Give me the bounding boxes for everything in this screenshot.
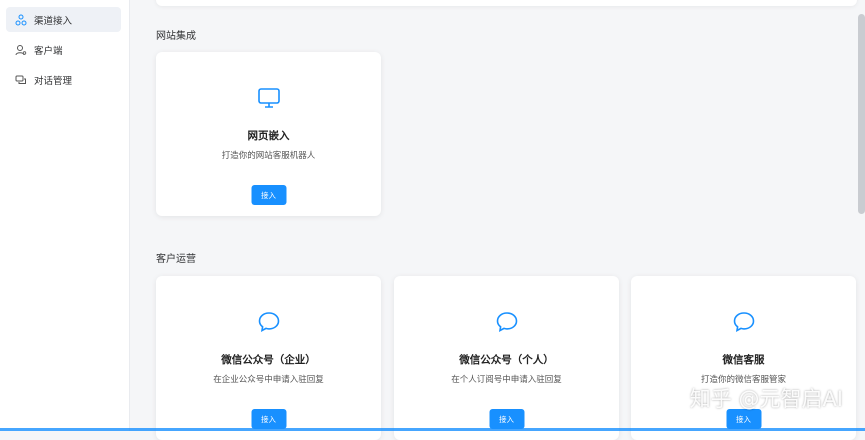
main-content: 网站集成 网页嵌入 打造你的网站客服机器人 接入 客户运营 微信公众号（企业） … bbox=[130, 0, 865, 440]
card-title: 微信公众号（企业） bbox=[221, 354, 316, 366]
sidebar-item-conversation-management[interactable]: 对话管理 bbox=[6, 67, 121, 92]
chat-bubble-icon bbox=[495, 310, 519, 334]
top-panel bbox=[156, 0, 857, 6]
card-wechat-official-personal: 微信公众号（个人） 在个人订阅号中申请入驻回复 接入 bbox=[394, 276, 619, 440]
monitor-icon bbox=[257, 86, 281, 110]
watermark: 知乎 @元智启AI bbox=[689, 387, 843, 411]
sidebar-item-channel-access[interactable]: 渠道接入 bbox=[6, 7, 121, 32]
card-web-embed: 网页嵌入 打造你的网站客服机器人 接入 bbox=[156, 52, 381, 216]
connect-button[interactable]: 接入 bbox=[489, 409, 524, 429]
card-description: 打造你的网站客服机器人 bbox=[221, 151, 316, 161]
sidebar-item-client[interactable]: 客户端 bbox=[6, 37, 121, 62]
sidebar-item-label: 对话管理 bbox=[34, 75, 73, 87]
card-title: 微信客服 bbox=[722, 354, 765, 366]
chat-bubble-icon bbox=[732, 310, 756, 334]
connect-button[interactable]: 接入 bbox=[251, 409, 286, 429]
chat-bubble-icon bbox=[257, 310, 281, 334]
sidebar-item-label: 渠道接入 bbox=[34, 15, 73, 27]
scrollbar[interactable] bbox=[858, 14, 865, 214]
section-title-website-integration: 网站集成 bbox=[156, 31, 196, 42]
card-description: 在个人订阅号中申请入驻回复 bbox=[451, 375, 562, 385]
card-title: 微信公众号（个人） bbox=[459, 354, 554, 366]
card-title: 网页嵌入 bbox=[247, 130, 290, 142]
chat-bubbles-icon bbox=[14, 73, 28, 87]
connect-button[interactable]: 接入 bbox=[251, 185, 286, 205]
card-wechat-official-enterprise: 微信公众号（企业） 在企业公众号中申请入驻回复 接入 bbox=[156, 276, 381, 440]
user-client-icon bbox=[14, 43, 28, 57]
channel-nodes-icon bbox=[14, 13, 28, 27]
section-title-customer-operations: 客户运营 bbox=[156, 254, 196, 265]
sidebar-item-label: 客户端 bbox=[34, 45, 63, 57]
card-description: 在企业公众号中申请入驻回复 bbox=[213, 375, 324, 385]
sidebar: 渠道接入 客户端 对话管理 bbox=[0, 0, 130, 431]
card-wechat-customer-service: 微信客服 打造你的微信客服管家 接入 bbox=[631, 276, 856, 440]
